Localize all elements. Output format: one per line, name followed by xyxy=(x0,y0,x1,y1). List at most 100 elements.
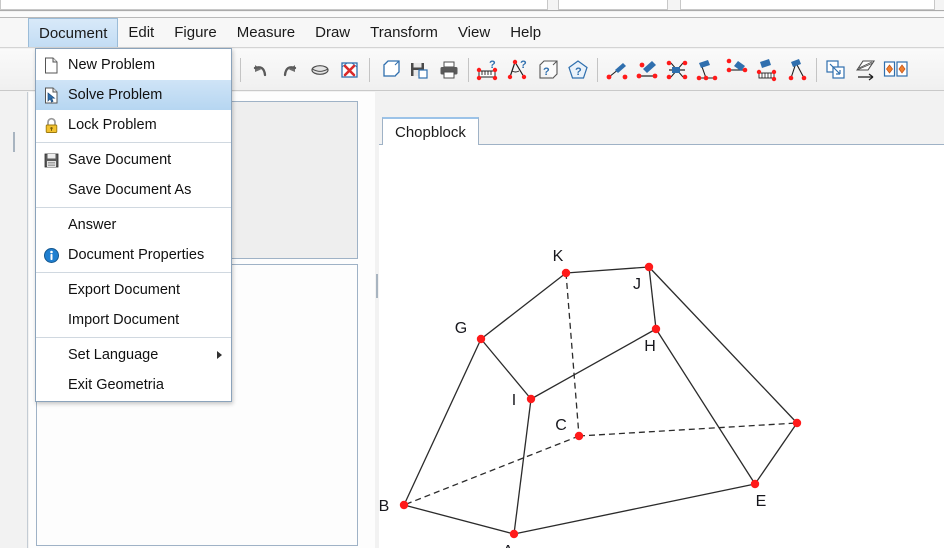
figure-edge[interactable] xyxy=(403,338,482,506)
figure-edge[interactable] xyxy=(754,422,798,485)
figure-hidden-edge[interactable] xyxy=(578,422,798,437)
menu-measure-label: Measure xyxy=(236,24,296,41)
figure-vertex-G[interactable] xyxy=(476,334,486,344)
figure-vertex-label-A[interactable]: A xyxy=(503,543,514,548)
menu-transform-label: Transform xyxy=(370,24,438,41)
figure-vertex-J[interactable] xyxy=(644,262,654,272)
figure-vertex-D[interactable] xyxy=(792,418,802,428)
redo-icon[interactable] xyxy=(275,53,305,87)
figure-edge[interactable] xyxy=(648,266,657,330)
save-figure-icon[interactable] xyxy=(404,53,434,87)
menu-draw[interactable]: Draw xyxy=(305,18,360,47)
figure-vertex-label-B[interactable]: B xyxy=(379,498,389,515)
tab-chopblock[interactable]: Chopblock xyxy=(382,117,479,145)
application-window: Document Edit Figure Measure Draw Transf… xyxy=(0,0,944,548)
draw-point-icon[interactable] xyxy=(602,53,632,87)
menu-item-label: Export Document xyxy=(68,282,181,298)
figure-vertex-B[interactable] xyxy=(399,500,409,510)
figure-edge[interactable] xyxy=(513,398,532,535)
toolbar-separator xyxy=(597,57,598,82)
delete-figure-icon[interactable] xyxy=(335,53,365,87)
figure-edge[interactable] xyxy=(655,328,756,485)
figure-edge[interactable] xyxy=(513,483,756,535)
menu-item-answer[interactable]: Answer xyxy=(36,210,231,240)
new-figure-cube-icon[interactable] xyxy=(374,53,404,87)
menu-item-solve-problem[interactable]: Solve Problem xyxy=(36,80,231,110)
figure-vertex-label-C[interactable]: C xyxy=(555,417,567,434)
draw-segment-icon[interactable] xyxy=(632,53,662,87)
menu-figure[interactable]: Figure xyxy=(164,18,227,47)
figure-hidden-edge[interactable] xyxy=(403,435,580,506)
menu-separator xyxy=(36,142,231,143)
erase-points-icon[interactable] xyxy=(662,53,692,87)
chrome-field-left xyxy=(0,0,548,10)
menu-item-import-document[interactable]: Import Document xyxy=(36,305,231,335)
menu-separator xyxy=(36,207,231,208)
menu-item-save-document[interactable]: Save Document xyxy=(36,145,231,175)
translate-icon[interactable] xyxy=(821,53,851,87)
draw-perpendicular-icon[interactable] xyxy=(752,53,782,87)
menu-measure[interactable]: Measure xyxy=(227,18,305,47)
undo-icon[interactable] xyxy=(245,53,275,87)
menu-item-lock-problem[interactable]: Lock Problem xyxy=(36,110,231,140)
figure-vertex-label-J[interactable]: J xyxy=(633,276,641,293)
menu-view-label: View xyxy=(457,24,491,41)
reflect-icon[interactable] xyxy=(881,53,911,87)
figure-canvas[interactable]: K J G H I C E B A xyxy=(379,145,944,548)
menu-item-save-document-as[interactable]: Save Document As xyxy=(36,175,231,205)
menu-edit[interactable]: Edit xyxy=(118,18,164,47)
menu-item-new-problem[interactable]: New Problem xyxy=(36,50,231,80)
draw-altitude-icon[interactable] xyxy=(782,53,812,87)
figure-vertex-H[interactable] xyxy=(651,324,661,334)
menu-item-export-document[interactable]: Export Document xyxy=(36,275,231,305)
menu-item-label: New Problem xyxy=(68,57,156,73)
figure-edge[interactable] xyxy=(480,338,532,400)
measure-angle-icon[interactable]: ? xyxy=(503,53,533,87)
draw-midpoint-icon[interactable] xyxy=(692,53,722,87)
figure-edge[interactable] xyxy=(648,266,798,424)
menu-item-set-language[interactable]: Set Language xyxy=(36,340,231,370)
figure-vertex-label-I[interactable]: I xyxy=(512,392,516,409)
menu-help[interactable]: Help xyxy=(500,18,551,47)
new-document-icon xyxy=(42,56,60,74)
menu-item-document-properties[interactable]: Document Properties xyxy=(36,240,231,270)
left-gutter-splitter-handle[interactable] xyxy=(13,132,15,152)
figure-edge[interactable] xyxy=(565,266,650,274)
measure-length-icon[interactable]: ? xyxy=(473,53,503,87)
figure-vertex-E[interactable] xyxy=(750,479,760,489)
menu-help-label: Help xyxy=(510,24,542,41)
figure-vertex-label-E[interactable]: E xyxy=(756,493,767,510)
menu-view[interactable]: View xyxy=(448,18,500,47)
figure-vertex-K[interactable] xyxy=(561,268,571,278)
toolbar-separator xyxy=(816,57,817,82)
figure-hidden-edge[interactable] xyxy=(565,272,580,437)
menu-separator xyxy=(36,272,231,273)
query-solid-icon[interactable]: ? xyxy=(533,53,563,87)
draw-angle-bisector-icon[interactable] xyxy=(722,53,752,87)
figure-svg: K J G H I C E B A xyxy=(379,248,802,548)
eraser-icon[interactable] xyxy=(305,53,335,87)
figure-vertex-label-G[interactable]: G xyxy=(455,320,467,337)
toolbar-separator xyxy=(240,57,241,82)
figure-edge[interactable] xyxy=(480,272,567,340)
menu-item-label: Exit Geometria xyxy=(68,377,164,393)
figure-vertex-C[interactable] xyxy=(574,431,584,441)
figure-edge[interactable] xyxy=(403,504,515,535)
query-polygon-icon[interactable]: ? xyxy=(563,53,593,87)
toolbar-separator xyxy=(468,57,469,82)
menu-item-label: Answer xyxy=(68,217,117,233)
menu-item-exit-geometria[interactable]: Exit Geometria xyxy=(36,370,231,400)
none xyxy=(42,216,60,234)
panel-splitter-handle[interactable] xyxy=(376,274,378,298)
figure-edge[interactable] xyxy=(530,328,657,400)
menu-item-label: Save Document xyxy=(68,152,172,168)
menu-transform[interactable]: Transform xyxy=(360,18,448,47)
print-icon[interactable] xyxy=(434,53,464,87)
menu-draw-label: Draw xyxy=(315,24,351,41)
figure-vertex-label-H[interactable]: H xyxy=(644,338,656,355)
figure-vertex-A[interactable] xyxy=(509,529,519,539)
figure-vertex-I[interactable] xyxy=(526,394,536,404)
menu-document[interactable]: Document xyxy=(28,18,119,47)
shear-icon[interactable] xyxy=(851,53,881,87)
figure-vertex-label-K[interactable]: K xyxy=(553,248,564,265)
